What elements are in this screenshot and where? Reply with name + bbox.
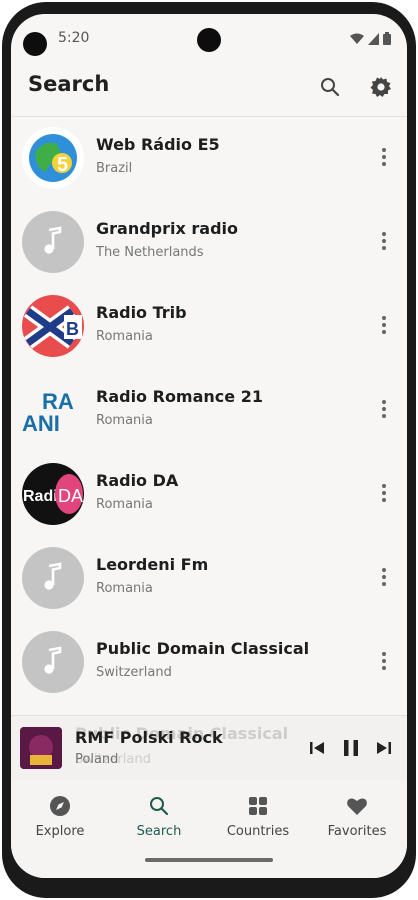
battery-icon <box>383 32 391 45</box>
station-country: Romania <box>96 497 153 512</box>
gear-icon[interactable] <box>369 75 393 99</box>
svg-text:5: 5 <box>57 154 68 176</box>
station-name: Web Rádio E5 <box>96 135 220 154</box>
list-item[interactable]: Public Domain Classical Switzerland <box>11 621 407 705</box>
skip-previous-icon[interactable] <box>307 738 327 758</box>
svg-text:DA: DA <box>58 486 83 506</box>
station-name: Radio Romance 21 <box>96 387 263 406</box>
page-title: Search <box>28 72 110 96</box>
more-vert-icon[interactable] <box>381 231 387 251</box>
station-name: Leordeni Fm <box>96 555 209 574</box>
station-name: Public Domain Classical <box>96 639 310 658</box>
now-playing-artwork <box>20 727 62 769</box>
list-item[interactable]: B Radio Trib Romania <box>11 285 407 369</box>
wifi-icon <box>350 33 364 44</box>
station-country: Romania <box>96 329 153 344</box>
radio-da-logo: Radio DA <box>22 463 84 525</box>
radio-romance-logo: RA ANI <box>22 379 84 441</box>
mini-player[interactable]: Public Domain Classical Switzerland RMF … <box>11 715 407 780</box>
music-note-placeholder-icon <box>22 631 84 693</box>
app-bar: Search <box>11 58 407 117</box>
music-note-placeholder-icon <box>22 547 84 609</box>
station-country: Switzerland <box>96 665 172 680</box>
nav-favorites[interactable]: Favorites <box>308 794 406 854</box>
more-vert-icon[interactable] <box>381 315 387 335</box>
more-vert-icon[interactable] <box>381 567 387 587</box>
nav-explore[interactable]: Explore <box>11 794 109 854</box>
list-item[interactable]: Leordeni Fm Romania <box>11 537 407 621</box>
gesture-bar[interactable] <box>145 858 273 862</box>
list-item[interactable]: RA ANI Radio Romance 21 Romania <box>11 369 407 453</box>
nav-label: Countries <box>226 824 290 839</box>
more-vert-icon[interactable] <box>381 399 387 419</box>
station-country: Romania <box>96 413 153 428</box>
list-item[interactable]: 5 Web Rádio E5 Brazil <box>11 117 407 201</box>
nav-label: Explore <box>35 824 85 839</box>
camera-dot <box>23 32 47 56</box>
station-name: Radio DA <box>96 471 179 490</box>
svg-text:ANI: ANI <box>22 411 60 436</box>
station-country: The Netherlands <box>96 245 204 260</box>
music-note-placeholder-icon <box>22 211 84 273</box>
status-bar: 5:20 <box>11 14 407 58</box>
screen: 5:20 Search 5 Web Rádio E5 Brazil Grandp… <box>11 14 407 878</box>
svg-text:B: B <box>66 319 79 339</box>
station-name: Grandprix radio <box>96 219 238 238</box>
grid-icon <box>249 797 267 815</box>
more-vert-icon[interactable] <box>381 147 387 167</box>
signal-icon <box>368 32 379 45</box>
pause-icon[interactable] <box>341 738 361 758</box>
nav-label: Favorites <box>327 824 387 839</box>
front-camera <box>197 28 221 52</box>
status-icons <box>350 32 391 45</box>
nav-search[interactable]: Search <box>110 794 208 854</box>
skip-next-icon[interactable] <box>374 738 394 758</box>
web-radio-e5-logo: 5 <box>22 127 84 189</box>
search-icon <box>150 797 169 816</box>
now-playing-title: RMF Polski Rock <box>75 728 223 747</box>
search-icon[interactable] <box>318 75 342 99</box>
list-item[interactable]: Radio DA Radio DA Romania <box>11 453 407 537</box>
more-vert-icon[interactable] <box>381 651 387 671</box>
station-name: Radio Trib <box>96 303 187 322</box>
station-country: Romania <box>96 581 153 596</box>
list-item[interactable]: Grandprix radio The Netherlands <box>11 201 407 285</box>
nav-label: Search <box>136 824 182 839</box>
radio-trib-logo: B <box>22 295 84 357</box>
nav-countries[interactable]: Countries <box>209 794 307 854</box>
more-vert-icon[interactable] <box>381 483 387 503</box>
compass-icon <box>50 796 70 816</box>
status-time: 5:20 <box>58 30 90 46</box>
heart-icon <box>347 798 367 815</box>
phone-frame: 5:20 Search 5 Web Rádio E5 Brazil Grandp… <box>0 0 418 900</box>
bottom-navigation: Explore Search Countries Favorites <box>11 780 407 878</box>
station-country: Brazil <box>96 161 133 176</box>
now-playing-country: Poland <box>75 752 119 767</box>
